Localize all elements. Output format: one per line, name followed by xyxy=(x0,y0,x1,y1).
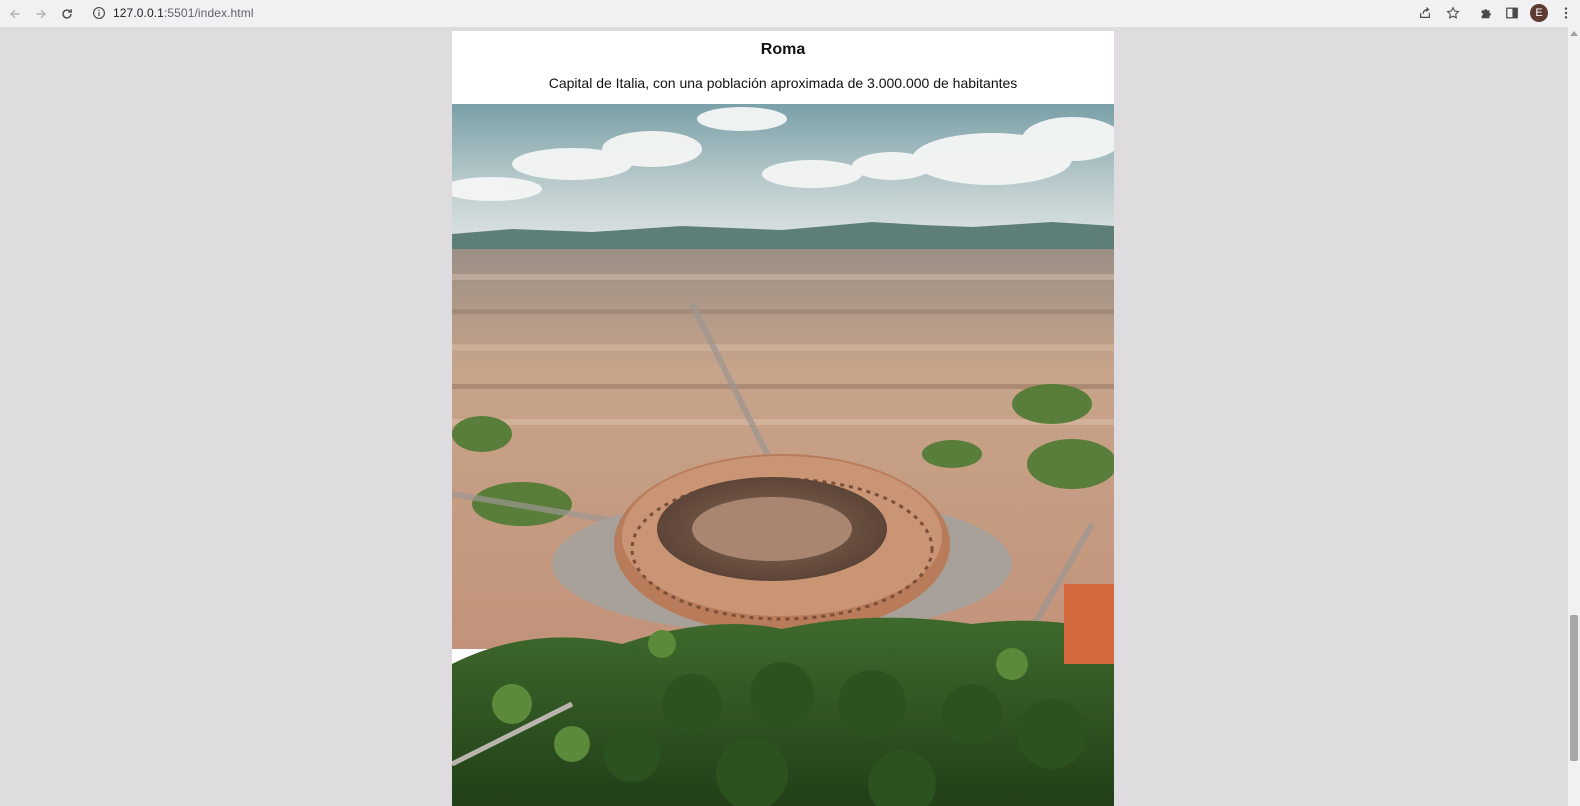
colosseum-photo xyxy=(452,104,1114,806)
url-path: :5501/index.html xyxy=(163,6,254,20)
forward-button[interactable] xyxy=(28,2,54,26)
scrollbar-thumb[interactable] xyxy=(1570,615,1578,761)
side-panel-icon[interactable] xyxy=(1504,5,1520,21)
arrow-right-icon xyxy=(36,9,46,18)
address-bar[interactable]: 127.0.0.1:5501/index.html xyxy=(84,2,1469,24)
scroll-up-arrow-icon[interactable] xyxy=(1570,31,1578,36)
reload-icon xyxy=(62,8,72,19)
arrow-left-icon xyxy=(10,9,20,18)
browser-toolbar: 127.0.0.1:5501/index.html E xyxy=(0,0,1580,27)
city-description: Capital de Italia, con una población apr… xyxy=(548,75,1018,91)
page-scrollbar[interactable] xyxy=(1568,27,1580,806)
page-viewport: Roma Capital de Italia, con una població… xyxy=(0,27,1568,806)
url-text[interactable]: 127.0.0.1:5501/index.html xyxy=(113,6,254,20)
back-button[interactable] xyxy=(2,2,28,26)
profile-avatar[interactable]: E xyxy=(1530,4,1548,22)
extensions-puzzle-icon[interactable] xyxy=(1478,5,1494,21)
reload-button[interactable] xyxy=(54,2,80,26)
info-icon[interactable] xyxy=(92,6,106,20)
city-card: Roma Capital de Italia, con una població… xyxy=(452,31,1114,806)
share-icon[interactable] xyxy=(1417,5,1433,21)
menu-kebab-icon[interactable] xyxy=(1558,5,1574,21)
url-host: 127.0.0.1 xyxy=(113,6,164,20)
city-title: Roma xyxy=(760,41,806,58)
bookmark-star-icon[interactable] xyxy=(1445,5,1461,21)
